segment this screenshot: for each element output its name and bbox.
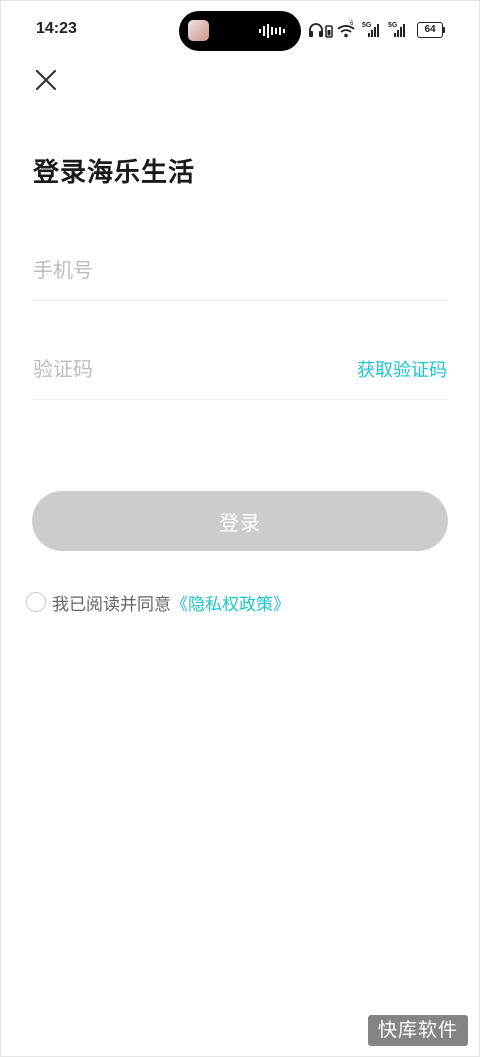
phone-input[interactable] — [33, 240, 333, 300]
verification-code-input[interactable] — [33, 339, 333, 399]
audio-wave-icon — [259, 24, 285, 38]
phone-field — [33, 240, 447, 301]
page-title: 登录海乐生活 — [33, 158, 196, 188]
close-icon — [35, 69, 57, 91]
signal-5g-icon-2: 5G — [388, 22, 405, 37]
svg-text:5G: 5G — [388, 22, 398, 29]
verification-code-field: 获取验证码 — [33, 339, 447, 400]
status-time: 14:23 — [36, 20, 77, 37]
close-button[interactable] — [30, 64, 62, 96]
get-code-button[interactable]: 获取验证码 — [357, 356, 447, 382]
login-button[interactable]: 登录 — [32, 491, 448, 551]
watermark: 快库软件 — [368, 1015, 468, 1046]
album-thumbnail — [188, 20, 209, 41]
signal-5g-icon-1: 5G — [362, 22, 379, 37]
status-icons: 6 5G 5G — [309, 21, 405, 38]
privacy-policy-link[interactable]: 《隐私权政策》 — [171, 590, 290, 615]
agreement-row: 我已阅读并同意 《隐私权政策》 — [26, 590, 290, 615]
battery-icon: 64 — [417, 22, 443, 38]
svg-text:6: 6 — [350, 21, 354, 27]
svg-text:5G: 5G — [362, 22, 372, 29]
battery-tip — [443, 27, 445, 33]
agreement-checkbox[interactable] — [26, 592, 46, 612]
dynamic-island[interactable] — [179, 11, 301, 51]
status-bar: 14:23 6 5G 5G 64 — [0, 0, 480, 60]
wifi-icon: 6 — [337, 21, 355, 38]
headphones-icon — [309, 23, 323, 37]
agreement-text: 我已阅读并同意 — [52, 594, 171, 615]
device-battery-icon — [325, 25, 333, 38]
